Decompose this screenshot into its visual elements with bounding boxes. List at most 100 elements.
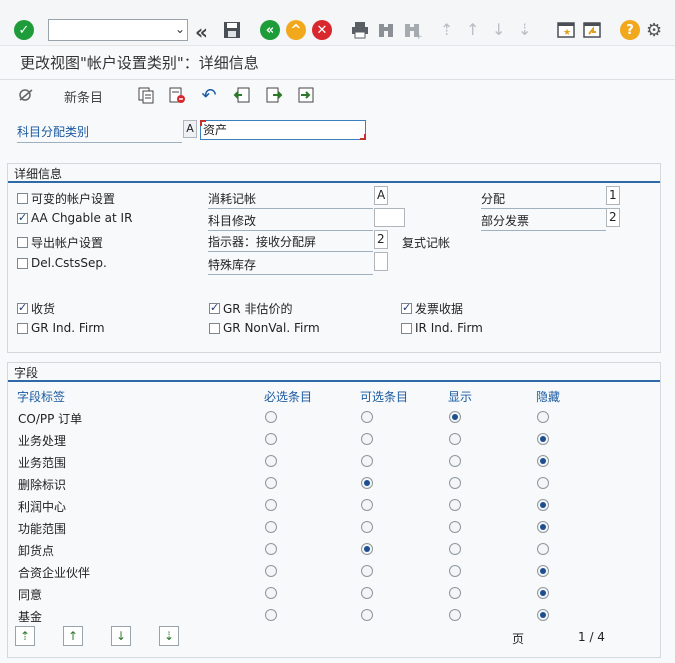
radio-hidden[interactable] xyxy=(537,455,549,467)
checkbox-box[interactable] xyxy=(17,257,28,269)
invoice-receipt-checkbox[interactable]: 发票收据 xyxy=(401,300,463,317)
new-entries-button[interactable]: 新条目 xyxy=(64,87,103,106)
first-page-icon[interactable]: ⇡ xyxy=(440,20,453,39)
settings-icon[interactable]: ⚙ xyxy=(646,20,662,41)
print-icon[interactable] xyxy=(350,20,370,40)
radio-hidden[interactable] xyxy=(537,543,549,555)
checkbox-box[interactable] xyxy=(17,322,28,334)
radio-optional[interactable] xyxy=(361,521,373,533)
goods-receipt-checkbox[interactable]: 收货 xyxy=(17,300,55,317)
radio-display[interactable] xyxy=(449,521,461,533)
ir-ind-firm-checkbox[interactable]: IR Ind. Firm xyxy=(401,321,483,335)
next-page-icon[interactable]: ↓ xyxy=(492,20,505,39)
radio-required[interactable] xyxy=(265,455,277,467)
checkbox-box[interactable] xyxy=(401,301,412,314)
radio-required[interactable] xyxy=(265,609,277,621)
radio-optional[interactable] xyxy=(361,499,373,511)
radio-hidden[interactable] xyxy=(537,499,549,511)
radio-required[interactable] xyxy=(265,543,277,555)
variable-account-assignment-checkbox[interactable]: 可变的帐户设置 xyxy=(17,190,115,207)
radio-required[interactable] xyxy=(265,499,277,511)
exit-icon[interactable]: ^ xyxy=(286,20,306,40)
consumption-posting-input[interactable]: A xyxy=(374,186,388,205)
radio-display[interactable] xyxy=(449,477,461,489)
radio-hidden[interactable] xyxy=(537,609,549,621)
command-field[interactable]: ⌄ xyxy=(48,19,188,41)
account-assignment-category-text-input[interactable]: 资产 xyxy=(200,120,366,140)
find-next-icon[interactable]: + xyxy=(402,20,422,40)
prev-page-icon[interactable]: ↑ xyxy=(466,20,479,39)
checkbox-box[interactable] xyxy=(209,322,220,334)
radio-optional[interactable] xyxy=(361,543,373,555)
radio-display[interactable] xyxy=(449,543,461,555)
checkbox-box[interactable] xyxy=(17,193,28,204)
command-input[interactable] xyxy=(49,20,167,40)
delete-icon[interactable] xyxy=(167,86,187,104)
radio-required[interactable] xyxy=(265,433,277,445)
radio-optional[interactable] xyxy=(361,609,373,621)
enter-icon[interactable]: ✓ xyxy=(14,20,34,40)
back-nav-icon[interactable]: « xyxy=(260,20,280,40)
radio-required[interactable] xyxy=(265,587,277,599)
aa-chgable-at-ir-checkbox[interactable]: AA Chgable at IR xyxy=(17,211,132,225)
help-icon[interactable]: ? xyxy=(620,20,640,40)
undo-icon[interactable]: ↶ xyxy=(199,85,219,106)
radio-hidden[interactable] xyxy=(537,565,549,577)
first-page-icon[interactable]: ⇡ xyxy=(15,626,35,646)
last-page-icon[interactable]: ⇣ xyxy=(518,20,531,39)
radio-optional[interactable] xyxy=(361,565,373,577)
gr-ind-firm-checkbox[interactable]: GR Ind. Firm xyxy=(17,321,105,335)
next-page-icon[interactable]: ↓ xyxy=(111,626,131,646)
shortcut-icon[interactable] xyxy=(582,20,602,40)
radio-display[interactable] xyxy=(449,609,461,621)
radio-required[interactable] xyxy=(265,411,277,423)
checkbox-box[interactable] xyxy=(401,322,412,334)
copy-icon[interactable] xyxy=(136,86,156,104)
radio-display[interactable] xyxy=(449,411,461,423)
del-csts-sep-checkbox[interactable]: Del.CstsSep. xyxy=(17,256,107,270)
gr-non-valuated-checkbox[interactable]: GR 非估价的 xyxy=(209,300,292,317)
radio-optional[interactable] xyxy=(361,455,373,467)
radio-display[interactable] xyxy=(449,455,461,467)
radio-optional[interactable] xyxy=(361,433,373,445)
back-icon[interactable]: « xyxy=(195,20,208,44)
previous-entry-icon[interactable] xyxy=(232,86,252,104)
radio-hidden[interactable] xyxy=(537,433,549,445)
radio-optional[interactable] xyxy=(361,411,373,423)
cancel-icon[interactable]: ✕ xyxy=(312,20,332,40)
gr-nonval-firm-checkbox[interactable]: GR NonVal. Firm xyxy=(209,321,320,335)
partial-invoice-input[interactable]: 2 xyxy=(606,208,620,227)
radio-display[interactable] xyxy=(449,565,461,577)
save-icon[interactable] xyxy=(222,20,242,40)
next-entry-icon[interactable] xyxy=(264,86,284,104)
last-page-icon[interactable]: ⇣ xyxy=(159,626,179,646)
radio-required[interactable] xyxy=(265,477,277,489)
display-change-icon[interactable] xyxy=(17,86,37,104)
radio-display[interactable] xyxy=(449,587,461,599)
radio-display[interactable] xyxy=(449,433,461,445)
radio-display[interactable] xyxy=(449,499,461,511)
checkbox-box[interactable] xyxy=(17,301,28,314)
radio-hidden[interactable] xyxy=(537,521,549,533)
distribution-indicator-input[interactable]: 2 xyxy=(374,230,388,249)
radio-hidden[interactable] xyxy=(537,587,549,599)
checkbox-box[interactable] xyxy=(17,211,28,224)
new-session-icon[interactable]: ★ xyxy=(556,20,576,40)
special-stock-input[interactable] xyxy=(374,252,388,271)
checkbox-box[interactable] xyxy=(209,301,220,314)
radio-hidden[interactable] xyxy=(537,411,549,423)
distribution-input[interactable]: 1 xyxy=(606,186,620,205)
checkbox-box[interactable] xyxy=(17,237,28,248)
radio-optional[interactable] xyxy=(361,587,373,599)
select-all-icon[interactable] xyxy=(296,86,316,104)
radio-optional[interactable] xyxy=(361,477,373,489)
chevron-down-icon[interactable]: ⌄ xyxy=(175,22,185,36)
radio-hidden[interactable] xyxy=(537,477,549,489)
radio-required[interactable] xyxy=(265,521,277,533)
prev-page-icon[interactable]: ↑ xyxy=(63,626,83,646)
field-row-label: 合资企业伙伴 xyxy=(18,566,91,580)
account-modification-input[interactable] xyxy=(374,208,405,227)
radio-required[interactable] xyxy=(265,565,277,577)
find-icon[interactable] xyxy=(376,20,396,40)
derive-account-assignment-checkbox[interactable]: 导出帐户设置 xyxy=(17,234,103,251)
